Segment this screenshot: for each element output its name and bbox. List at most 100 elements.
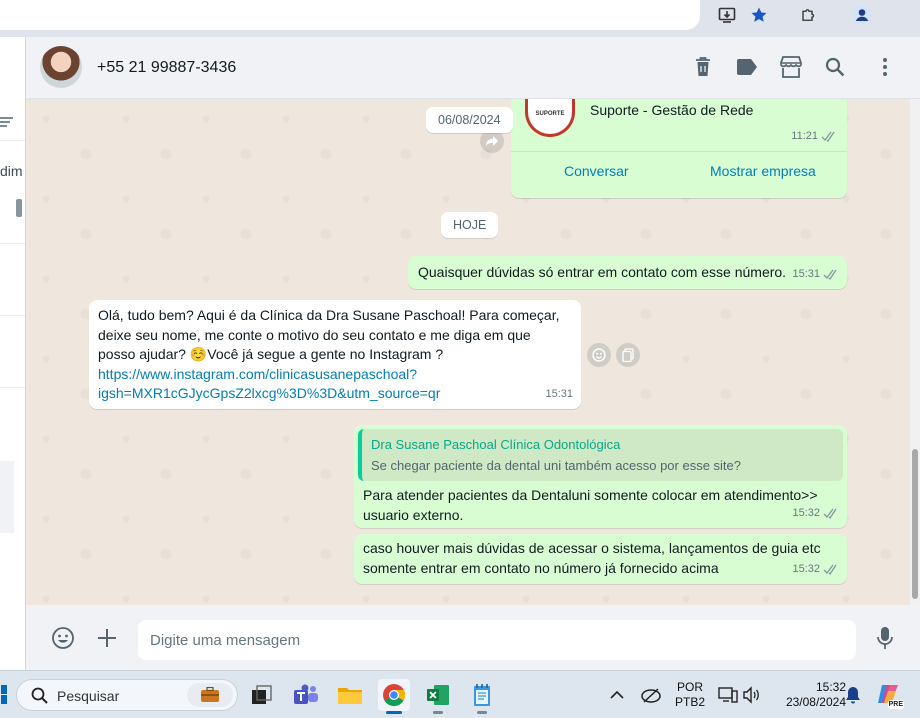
chat-header: +55 21 99887-3436 [26, 37, 920, 99]
message-body: Olá, tudo bem? Aqui é da Clínica da Dra … [98, 306, 560, 404]
start-icon[interactable] [0, 685, 8, 708]
sidebar-scrollbar[interactable] [16, 199, 22, 217]
business-logo-text: SUPORTE [535, 111, 565, 117]
microphone-icon[interactable] [872, 625, 898, 651]
smile-emoji: ☺️ [189, 346, 208, 362]
message-body: caso houver mais dúvidas de acessar o si… [363, 539, 821, 578]
chat-scrollbar[interactable] [910, 99, 920, 605]
divider [0, 243, 25, 244]
quote-author: Dra Susane Paschoal Clínica Odontológica [371, 437, 621, 452]
attach-plus-icon[interactable] [94, 625, 120, 651]
network-icon[interactable] [641, 686, 661, 707]
running-indicator [433, 711, 443, 714]
message-line: Olá, tudo bem? Aqui é da Clínica da Dra … [98, 307, 560, 323]
message-time: 11:21 [791, 130, 818, 142]
message-line: caso houver mais dúvidas de acessar o si… [363, 540, 821, 556]
message-input[interactable] [138, 620, 856, 660]
tray-overflow-chevron-icon[interactable] [610, 688, 624, 703]
message-meta: 15:31 [545, 385, 573, 405]
install-app-icon[interactable] [716, 4, 738, 26]
search-icon[interactable] [822, 54, 848, 80]
language-bottom: PTB2 [674, 695, 705, 709]
chat-list-fragment[interactable]: dim [0, 163, 23, 179]
filter-icon[interactable] [0, 115, 14, 132]
message-meta: 15:31 [792, 265, 839, 285]
business-logo: SUPORTE [525, 99, 575, 137]
quote-text: Se chegar paciente da dental uni também … [371, 458, 742, 473]
delete-icon[interactable] [690, 54, 716, 80]
business-name: Suporte - Gestão de Rede [590, 102, 754, 118]
date-separator-today: HOJE [441, 212, 499, 238]
message-line-part: posso ajudar? [98, 346, 190, 362]
show-company-button[interactable]: Mostrar empresa [710, 163, 816, 179]
read-receipt-icon [823, 564, 837, 575]
volume-icon[interactable] [742, 686, 760, 707]
business-card-message[interactable]: SUPORTE Suporte - Gestão de Rede 11:21 C… [511, 99, 847, 198]
link-line: igsh=MXR1cGJycGpsZ2lxcg%3D%3D&utm_source… [98, 385, 441, 401]
divider [0, 140, 25, 141]
selected-chat-row[interactable] [0, 461, 14, 533]
profile-icon[interactable] [851, 4, 873, 26]
message-line-part: Você já segue a gente no Instagram ? [207, 346, 444, 362]
message-line: somente entrar em contato no número já f… [363, 559, 719, 576]
message-line: deixe seu nome, me conte o motivo do seu… [98, 326, 531, 343]
clock-time: 15:32 [815, 680, 846, 694]
message-line: usuario externo. [363, 506, 464, 523]
taskbar-search[interactable]: Pesquisar [16, 679, 238, 711]
instagram-link[interactable]: https://www.instagram.com/clinicasusanep… [98, 365, 560, 404]
search-icon [31, 687, 48, 704]
link-line: https://www.instagram.com/clinicasusanep… [98, 365, 418, 382]
read-receipt-icon [821, 131, 835, 142]
copilot-icon[interactable]: PRE [876, 683, 904, 709]
copy-icon[interactable] [616, 343, 640, 367]
chrome-icon[interactable] [378, 679, 410, 714]
scrollbar-thumb[interactable] [912, 449, 918, 599]
chat-business-button[interactable]: Conversar [564, 163, 629, 179]
outgoing-reply-message[interactable]: Dra Susane Paschoal Clínica Odontológica… [354, 425, 847, 528]
message-line: Para atender pacientes da Dentaluni some… [363, 487, 818, 503]
emoji-icon[interactable] [50, 625, 76, 651]
contact-avatar[interactable] [40, 46, 82, 88]
teams-icon[interactable] [290, 679, 322, 711]
catalog-store-icon[interactable] [778, 54, 804, 80]
language-top: POR [676, 680, 703, 694]
incoming-message[interactable]: Olá, tudo bem? Aqui é da Clínica da Dra … [89, 300, 581, 409]
extensions-puzzle-icon[interactable] [798, 4, 820, 26]
browser-toolbar [0, 0, 920, 37]
task-view-icon[interactable] [246, 679, 278, 711]
date-separator: 06/08/2024 [426, 107, 513, 133]
react-emoji-icon[interactable] [587, 343, 611, 367]
running-indicator [477, 711, 487, 714]
notification-bell-icon[interactable] [845, 686, 861, 707]
menu-kebab-icon[interactable] [872, 54, 898, 80]
divider [0, 315, 25, 316]
read-receipt-icon [823, 269, 837, 280]
system-clock[interactable]: 15:32 23/08/2024 [770, 680, 846, 710]
outgoing-message[interactable]: Quaisquer dúvidas só entrar em contato c… [408, 256, 847, 289]
file-explorer-icon[interactable] [334, 679, 366, 711]
bookmark-star-icon[interactable] [748, 4, 770, 26]
address-bar-area[interactable] [0, 0, 700, 30]
message-body: Para atender pacientes da Dentaluni some… [363, 486, 818, 525]
message-meta: 11:21 [791, 130, 837, 142]
message-time: 15:31 [545, 387, 573, 400]
label-tag-icon[interactable] [734, 54, 760, 80]
active-indicator [386, 711, 402, 714]
clock-date: 23/08/2024 [785, 695, 846, 709]
quoted-message[interactable]: Dra Susane Paschoal Clínica Odontológica… [358, 429, 843, 481]
divider [511, 151, 847, 152]
display-device-icon[interactable] [718, 686, 738, 707]
notepad-icon[interactable] [466, 679, 498, 714]
message-time: 15:31 [792, 267, 820, 280]
message-meta: 15:32 [792, 560, 839, 580]
windows-taskbar: Pesquisar POR PTB2 15:32 23/08/2024 PRE [0, 670, 920, 718]
outgoing-message[interactable]: caso houver mais dúvidas de acessar o si… [354, 534, 847, 584]
briefcase-icon [187, 683, 233, 707]
excel-icon[interactable] [422, 679, 454, 714]
divider [0, 387, 25, 388]
input-language[interactable]: POR PTB2 [672, 680, 708, 710]
message-time: 15:32 [792, 562, 820, 575]
message-composer [26, 605, 920, 670]
search-label: Pesquisar [57, 688, 120, 704]
contact-name[interactable]: +55 21 99887-3436 [97, 59, 236, 77]
